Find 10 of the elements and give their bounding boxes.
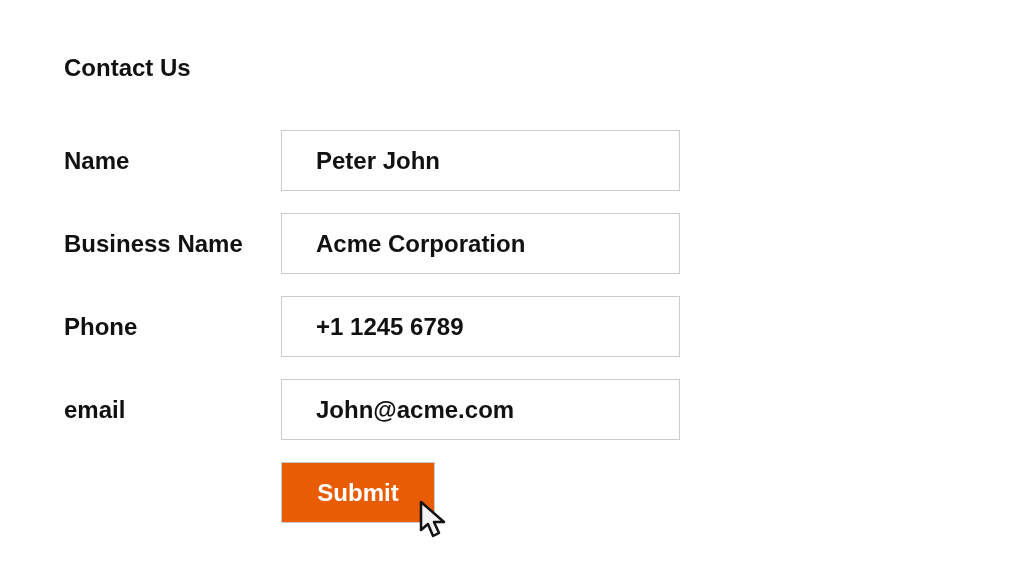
field-label: email	[64, 395, 127, 424]
field-label: Phone	[64, 312, 139, 341]
submit-button[interactable]: Submit	[281, 462, 435, 523]
field-label: Name	[64, 146, 131, 175]
input-field[interactable]: +1 1245 6789	[281, 296, 680, 357]
input-field[interactable]: John@acme.com	[281, 379, 680, 440]
field-label: Business Name	[64, 229, 244, 258]
input-field[interactable]: Acme Corporation	[281, 213, 680, 274]
input-field[interactable]: Peter John	[281, 130, 680, 191]
form-title: Contact Us	[64, 53, 191, 83]
